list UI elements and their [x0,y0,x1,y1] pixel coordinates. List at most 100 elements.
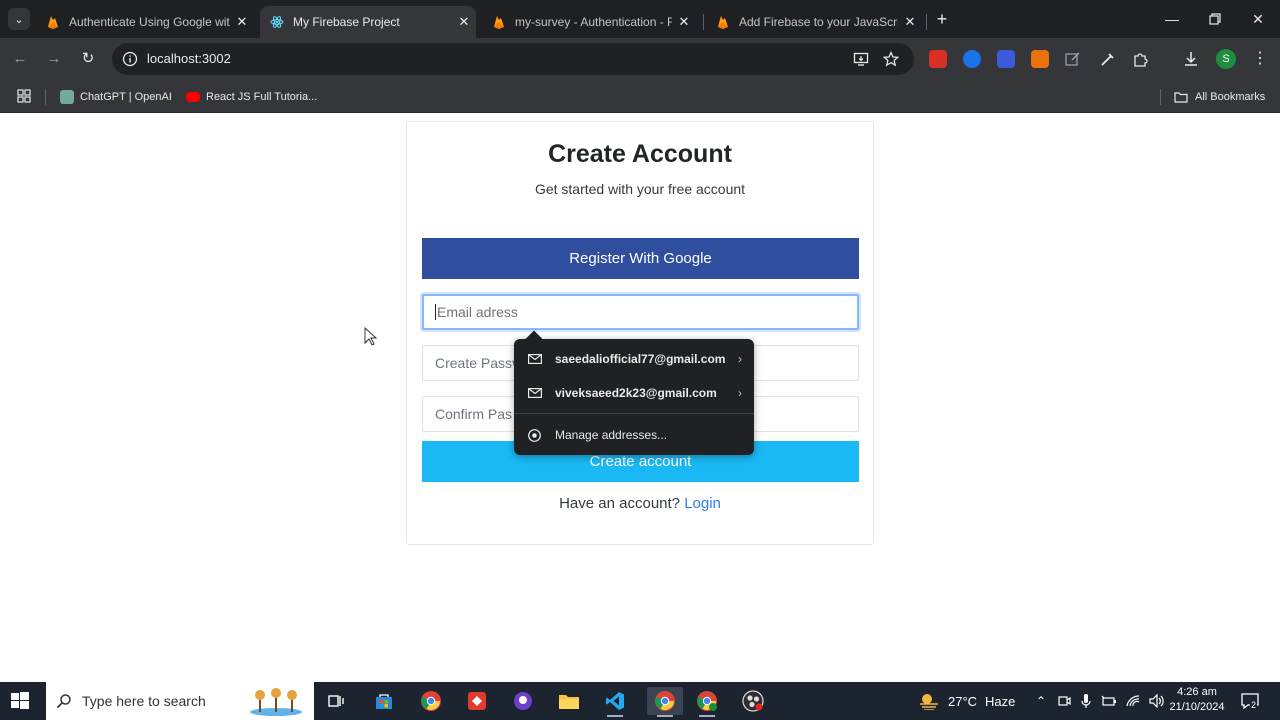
search-placeholder: Type here to search [82,693,206,709]
close-tab-icon[interactable]: ✕ [452,14,476,30]
minimize-icon[interactable]: — [1161,8,1183,30]
email-autofill-dropdown: saeedaliofficial77@gmail.com › viveksaee… [514,330,754,455]
site-info-icon[interactable] [122,51,138,67]
have-account-label: Have an account? [559,495,681,512]
task-view-icon[interactable] [322,687,350,715]
menu-kebab-icon[interactable]: ⋮ [1249,48,1271,70]
tab-my-firebase-project[interactable]: My Firebase Project ✕ [260,6,476,38]
weather-widget[interactable]: 27°C Haze [918,682,1015,720]
close-tab-icon[interactable]: ✕ [898,14,922,30]
forward-icon[interactable]: → [43,48,65,70]
react-icon [270,15,284,29]
back-icon[interactable]: ← [9,48,31,70]
all-bookmarks-label: All Bookmarks [1195,91,1266,103]
bookmark-chatgpt[interactable]: ChatGPT | OpenAI [60,87,172,107]
bookmark-label: ChatGPT | OpenAI [80,91,172,103]
have-account-text: Have an account? Login [407,495,873,512]
register-with-google-button[interactable]: Register With Google [422,238,859,279]
autofill-suggestion[interactable]: saeedaliofficial77@gmail.com › [514,344,754,374]
manage-addresses-item[interactable]: Manage addresses... [514,421,754,449]
folder-icon [1174,92,1188,103]
suggestion-email: saeedaliofficial77@gmail.com [555,352,726,366]
running-indicator [699,715,715,717]
clock[interactable]: 4:26 am 21/10/2024 [1168,685,1226,715]
windows-taskbar: Type here to search 27°C Haze ⌃ 4:26 am … [0,682,1280,720]
openai-icon [60,90,74,104]
suggestion-email: viveksaeed2k23@gmail.com [555,386,717,400]
chrome-active-window-icon[interactable] [647,687,683,717]
clock-date: 21/10/2024 [1169,701,1225,713]
github-desktop-icon[interactable] [509,687,537,715]
extensions-puzzle-icon[interactable] [1132,50,1150,68]
edit-icon[interactable] [1064,50,1082,68]
tab-separator [703,14,704,30]
chrome-icon [528,428,541,442]
anydesk-icon[interactable] [463,687,491,715]
profile-avatar[interactable]: S [1216,49,1236,69]
password-placeholder: Create Passv [435,355,520,371]
vscode-icon[interactable] [601,687,629,717]
autofill-suggestion[interactable]: viveksaeed2k23@gmail.com › [514,378,754,408]
chrome-icon[interactable] [417,687,445,715]
chrome-profile-icon[interactable] [693,687,721,717]
tab-authenticate-google[interactable]: Authenticate Using Google with ✕ [36,6,254,38]
confirm-password-placeholder: Confirm Pas [435,406,513,422]
running-indicator [607,715,623,717]
apps-grid-icon[interactable] [17,89,31,103]
tab-title: My Firebase Project [293,15,400,29]
reload-icon[interactable]: ↻ [77,48,99,70]
bookmark-react-tutorial[interactable]: React JS Full Tutoria... [186,87,317,107]
wifi-icon[interactable] [1125,694,1141,708]
restore-icon[interactable] [1204,8,1226,30]
new-tab-button[interactable]: + [932,9,952,29]
text-caret [435,304,436,320]
weather-description: Haze [985,693,1016,709]
volume-icon[interactable] [1149,694,1165,708]
chevron-right-icon[interactable]: › [738,386,742,400]
file-explorer-icon[interactable] [555,687,583,715]
browser-toolbar: ← → ↻ localhost:3002 S ⋮ [0,38,1280,80]
bookmark-divider [1160,89,1161,105]
search-icon [56,694,71,709]
taskbar-search-box[interactable]: Type here to search [46,682,314,720]
tab-my-survey-authentication[interactable]: my-survey - Authentication - Fi ✕ [482,6,696,38]
obs-studio-icon[interactable] [739,687,767,715]
tab-add-firebase-javascript[interactable]: Add Firebase to your JavaScript ✕ [706,6,922,38]
page-title: Create Account [548,140,732,168]
extension-icon[interactable] [997,50,1015,68]
windows-start-icon[interactable] [10,691,30,711]
tab-title: my-survey - Authentication - Fi [515,15,672,29]
email-placeholder: Email adress [437,304,518,320]
firebase-icon [46,15,60,29]
tab-search-button[interactable]: ⌄ [8,8,30,30]
close-tab-icon[interactable]: ✕ [230,14,254,30]
clock-time: 4:26 am [1177,686,1217,698]
extension-icon[interactable] [929,50,947,68]
all-bookmarks[interactable]: All Bookmarks [1173,87,1265,107]
close-tab-icon[interactable]: ✕ [672,14,696,30]
bookmark-divider [45,89,46,105]
microsoft-store-icon[interactable] [370,687,398,715]
download-icon[interactable] [1182,50,1200,68]
install-app-icon[interactable] [853,51,869,67]
page-subtitle: Get started with your free account [534,181,746,197]
eyedropper-icon[interactable] [1099,50,1117,68]
chevron-right-icon[interactable]: › [738,352,742,366]
battery-icon[interactable] [1101,694,1117,708]
chevron-up-icon[interactable]: ⌃ [1034,694,1048,708]
create-account-card: Create Account Get started with your fre… [406,121,874,545]
extension-icon[interactable] [963,50,981,68]
tab-title: Authenticate Using Google with [69,15,230,29]
close-window-icon[interactable]: ✕ [1247,8,1269,30]
mail-icon [528,354,542,364]
microphone-icon[interactable] [1080,693,1092,709]
bookmark-star-icon[interactable] [883,51,899,67]
address-bar[interactable]: localhost:3002 [112,43,914,75]
login-link[interactable]: Login [684,495,721,512]
email-field[interactable]: Email adress [422,294,859,330]
meet-now-icon[interactable] [1057,694,1071,708]
system-tray: ⌃ [1034,682,1165,720]
extension-icon[interactable] [1031,50,1049,68]
weather-haze-icon [920,694,938,710]
dropdown-divider [514,413,754,414]
